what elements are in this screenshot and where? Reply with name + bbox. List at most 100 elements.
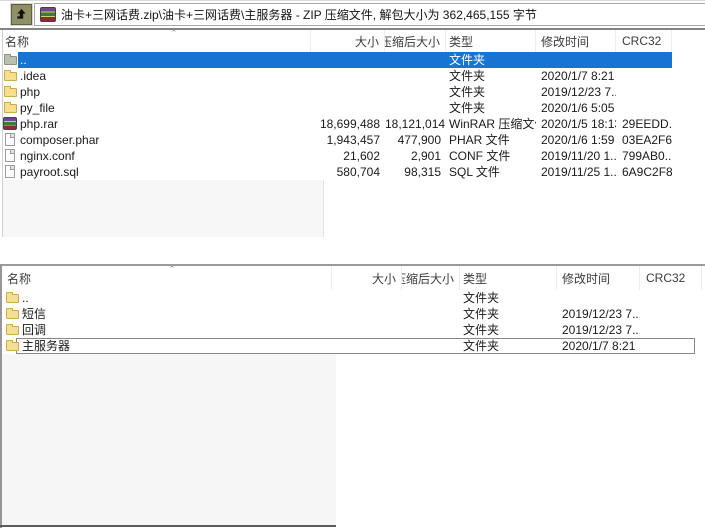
folder-icon [6, 292, 19, 303]
top-file-list: .. 文件夹 .idea 文件夹 2020/1/7 8:21 php 文件夹 2… [0, 52, 672, 180]
cell-file-name: 短信 [22, 307, 47, 321]
cell-type: 文件夹 [449, 53, 486, 67]
winrar-archive-icon [40, 7, 56, 22]
cell-packed-size: 18,121,014 [385, 117, 446, 131]
cell-crc32 [640, 338, 702, 354]
top-column-header-row: 名称 大小 压缩后大小 类型 修改时间 CRC32 [0, 30, 672, 52]
cell-size [311, 52, 385, 68]
cell-size: 1,943,457 [326, 133, 380, 147]
cell-type: 文件夹 [449, 69, 486, 83]
cell-size [311, 84, 385, 100]
file-list-row[interactable]: 主服务器 文件夹 2020/1/7 8:21 [2, 338, 702, 354]
address-bar[interactable]: 油卡+三网话费.zip\油卡+三网话费\主服务器 - ZIP 压缩文件, 解包大… [34, 3, 705, 26]
cell-type: CONF 文件 [449, 149, 511, 163]
column-header-name[interactable]: 名称 [0, 30, 311, 52]
folder-up-icon [17, 8, 26, 19]
cell-type: WinRAR 压缩文件 [449, 117, 536, 131]
cell-file-name: php.rar [20, 117, 59, 131]
folder-icon [6, 308, 19, 319]
column-header-packed-size[interactable]: 压缩后大小 [402, 266, 460, 290]
address-path-text: 油卡+三网话费.zip\油卡+三网话费\主服务器 - ZIP 压缩文件, 解包大… [61, 8, 537, 22]
cell-file-name: .idea [20, 69, 47, 83]
file-list-row[interactable]: composer.phar 1,943,457 477,900 PHAR 文件 … [0, 132, 672, 148]
column-header-type[interactable]: 类型 [460, 266, 557, 290]
cell-modified-time: 2019/12/23 7... [562, 323, 640, 337]
cell-size [311, 100, 385, 116]
cell-size [332, 290, 402, 306]
cell-modified-time: 2020/1/5 18:13 [541, 117, 616, 131]
up-one-level-button[interactable] [11, 4, 32, 25]
file-list-row[interactable]: .. 文件夹 [0, 52, 672, 68]
folder-icon [6, 324, 19, 335]
cell-modified-time [536, 52, 616, 68]
cell-type: 文件夹 [449, 85, 486, 99]
cell-file-name: nginx.conf [20, 149, 75, 163]
cell-type: PHAR 文件 [449, 133, 510, 147]
folder-gray-icon [4, 54, 17, 65]
cell-packed-size [385, 84, 446, 100]
cell-modified-time: 2019/12/23 7... [562, 307, 640, 321]
cell-packed-size: 477,900 [397, 133, 441, 147]
folder-icon [4, 86, 17, 97]
cell-file-name: .. [22, 291, 29, 305]
cell-crc32 [640, 322, 702, 338]
folder-icon [4, 70, 17, 81]
column-header-modified[interactable]: 修改时间 [557, 266, 640, 290]
file-list-row[interactable]: .idea 文件夹 2020/1/7 8:21 [0, 68, 672, 84]
cell-type: 文件夹 [463, 291, 500, 305]
cell-modified-time: 2019/11/20 1... [541, 149, 616, 163]
sort-ascending-icon: ˆ [172, 29, 176, 41]
cell-size: 21,602 [343, 149, 380, 163]
cell-packed-size: 98,315 [404, 165, 441, 179]
cell-packed-size [402, 290, 460, 306]
bottom-column-header-row: 名称 大小 压缩后大小 类型 修改时间 CRC32 [2, 266, 702, 290]
file-list-row[interactable]: payroot.sql 580,704 98,315 SQL 文件 2019/1… [0, 164, 672, 180]
cell-type: 文件夹 [463, 339, 500, 353]
file-list-row[interactable]: php 文件夹 2019/12/23 7... [0, 84, 672, 100]
file-list-row[interactable]: py_file 文件夹 2020/1/6 5:05 [0, 100, 672, 116]
bottom-pane-bottom-border [0, 525, 336, 527]
file-list-row[interactable]: 短信 文件夹 2019/12/23 7... [2, 306, 702, 322]
cell-type: 文件夹 [449, 101, 486, 115]
cell-crc32 [616, 100, 672, 116]
cell-file-name: payroot.sql [20, 165, 79, 179]
column-header-size[interactable]: 大小 [332, 266, 402, 290]
cell-crc32: 29EEDD... [622, 117, 672, 131]
cell-packed-size [402, 322, 460, 338]
file-list-row[interactable]: php.rar 18,699,488 18,121,014 WinRAR 压缩文… [0, 116, 672, 132]
cell-packed-size [385, 52, 446, 68]
cell-file-name: 主服务器 [22, 339, 71, 353]
file-icon [5, 133, 15, 146]
file-list-row[interactable]: 回调 文件夹 2019/12/23 7... [2, 322, 702, 338]
column-header-crc32[interactable]: CRC32 [640, 266, 702, 290]
column-header-type[interactable]: 类型 [446, 30, 536, 52]
cell-crc32: 799AB0... [622, 149, 672, 163]
cell-crc32 [616, 68, 672, 84]
cell-file-name: py_file [20, 101, 55, 115]
cell-packed-size [385, 100, 446, 116]
cell-size: 18,699,488 [319, 117, 380, 131]
column-header-packed-size[interactable]: 压缩后大小 [385, 30, 446, 52]
cell-modified-time: 2020/1/6 1:59 [541, 133, 615, 147]
cell-size: 580,704 [336, 165, 380, 179]
cell-type: 文件夹 [463, 307, 500, 321]
file-list-row[interactable]: nginx.conf 21,602 2,901 CONF 文件 2019/11/… [0, 148, 672, 164]
column-header-size[interactable]: 大小 [311, 30, 385, 52]
cell-packed-size [385, 68, 446, 84]
cell-modified-time: 2020/1/6 5:05 [541, 101, 615, 115]
cell-size [311, 68, 385, 84]
cell-crc32 [616, 52, 672, 68]
cell-modified-time [557, 290, 640, 306]
column-header-crc32[interactable]: CRC32 [616, 30, 672, 52]
bottom-pane-empty-area [2, 354, 336, 525]
cell-file-name: .. [20, 53, 27, 67]
cell-size [332, 338, 402, 354]
cell-size [332, 306, 402, 322]
file-list-row[interactable]: .. 文件夹 [2, 290, 702, 306]
cell-packed-size [402, 338, 460, 354]
column-header-modified[interactable]: 修改时间 [536, 30, 616, 52]
cell-size [332, 322, 402, 338]
cell-crc32 [640, 306, 702, 322]
cell-file-name: 回调 [22, 323, 47, 337]
cell-modified-time: 2020/1/7 8:21 [562, 339, 636, 353]
